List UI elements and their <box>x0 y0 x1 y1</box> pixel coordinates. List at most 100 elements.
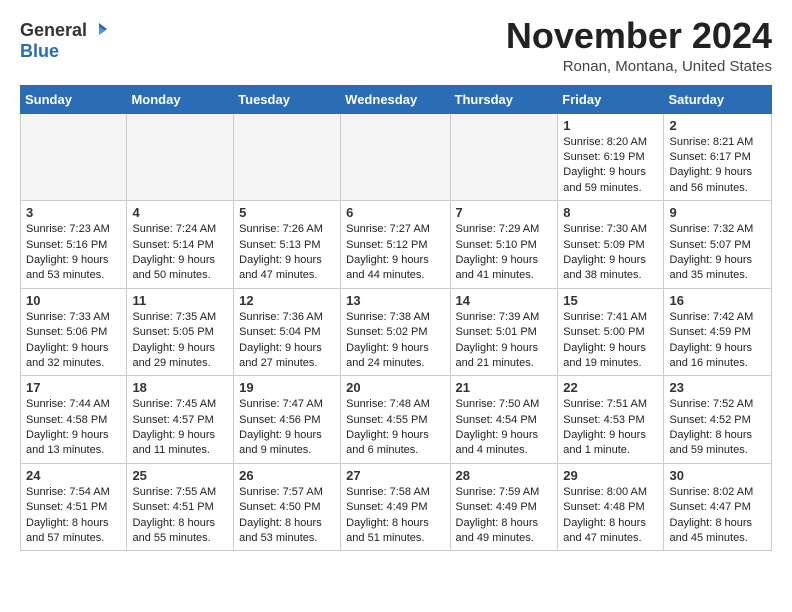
day-number: 26 <box>239 468 335 483</box>
calendar-week-2: 10 Sunrise: 7:33 AMSunset: 5:06 PMDayligh… <box>21 288 772 376</box>
calendar-cell: 23 Sunrise: 7:52 AMSunset: 4:52 PMDayligh… <box>664 376 772 464</box>
calendar-cell: 13 Sunrise: 7:38 AMSunset: 5:02 PMDayligh… <box>341 288 450 376</box>
day-number: 5 <box>239 205 335 220</box>
month-title: November 2024 <box>506 16 772 56</box>
day-info: Sunrise: 7:47 AMSunset: 4:56 PMDaylight:… <box>239 397 335 459</box>
calendar-cell: 26 Sunrise: 7:57 AMSunset: 4:50 PMDayligh… <box>234 463 341 551</box>
calendar-cell: 2 Sunrise: 8:21 AMSunset: 6:17 PMDaylight… <box>664 113 772 201</box>
col-header-tuesday: Tuesday <box>234 85 341 113</box>
calendar-cell <box>341 113 450 201</box>
day-number: 29 <box>563 468 658 483</box>
calendar-week-3: 17 Sunrise: 7:44 AMSunset: 4:58 PMDayligh… <box>21 376 772 464</box>
col-header-monday: Monday <box>127 85 234 113</box>
calendar-cell: 8 Sunrise: 7:30 AMSunset: 5:09 PMDaylight… <box>558 201 664 289</box>
calendar-cell <box>127 113 234 201</box>
day-info: Sunrise: 7:39 AMSunset: 5:01 PMDaylight:… <box>456 310 553 372</box>
col-header-friday: Friday <box>558 85 664 113</box>
day-info: Sunrise: 7:51 AMSunset: 4:53 PMDaylight:… <box>563 397 658 459</box>
day-info: Sunrise: 7:52 AMSunset: 4:52 PMDaylight:… <box>669 397 766 459</box>
calendar-cell: 9Sunrise: 7:32 AMSunset: 5:07 PMDaylight… <box>664 201 772 289</box>
calendar-cell: 4 Sunrise: 7:24 AMSunset: 5:14 PMDaylight… <box>127 201 234 289</box>
day-info: Sunrise: 7:33 AMSunset: 5:06 PMDaylight:… <box>26 310 121 372</box>
day-info: Sunrise: 7:54 AMSunset: 4:51 PMDaylight:… <box>26 485 121 547</box>
day-info: Sunrise: 8:02 AMSunset: 4:47 PMDaylight:… <box>669 485 766 547</box>
calendar-cell <box>21 113 127 201</box>
day-info: Sunrise: 7:36 AMSunset: 5:04 PMDaylight:… <box>239 310 335 372</box>
calendar-cell: 6 Sunrise: 7:27 AMSunset: 5:12 PMDaylight… <box>341 201 450 289</box>
day-number: 10 <box>26 293 121 308</box>
calendar-cell <box>234 113 341 201</box>
calendar-cell: 22Sunrise: 7:51 AMSunset: 4:53 PMDayligh… <box>558 376 664 464</box>
day-info: Sunrise: 7:59 AMSunset: 4:49 PMDaylight:… <box>456 485 553 547</box>
day-number: 21 <box>456 380 553 395</box>
day-info: Sunrise: 7:30 AMSunset: 5:09 PMDaylight:… <box>563 222 658 284</box>
calendar-cell: 16 Sunrise: 7:42 AMSunset: 4:59 PMDayligh… <box>664 288 772 376</box>
calendar-cell: 24 Sunrise: 7:54 AMSunset: 4:51 PMDayligh… <box>21 463 127 551</box>
day-number: 11 <box>132 293 228 308</box>
calendar-cell <box>450 113 558 201</box>
day-info: Sunrise: 7:26 AMSunset: 5:13 PMDaylight:… <box>239 222 335 284</box>
calendar-cell: 7 Sunrise: 7:29 AMSunset: 5:10 PMDaylight… <box>450 201 558 289</box>
day-info: Sunrise: 8:21 AMSunset: 6:17 PMDaylight:… <box>669 135 766 197</box>
day-number: 24 <box>26 468 121 483</box>
day-info: Sunrise: 7:35 AMSunset: 5:05 PMDaylight:… <box>132 310 228 372</box>
day-info: Sunrise: 7:24 AMSunset: 5:14 PMDaylight:… <box>132 222 228 284</box>
calendar-cell: 3Sunrise: 7:23 AMSunset: 5:16 PMDaylight… <box>21 201 127 289</box>
day-info: Sunrise: 7:44 AMSunset: 4:58 PMDaylight:… <box>26 397 121 459</box>
day-number: 16 <box>669 293 766 308</box>
day-number: 23 <box>669 380 766 395</box>
day-info: Sunrise: 7:29 AMSunset: 5:10 PMDaylight:… <box>456 222 553 284</box>
day-number: 18 <box>132 380 228 395</box>
day-number: 30 <box>669 468 766 483</box>
day-number: 12 <box>239 293 335 308</box>
day-number: 6 <box>346 205 444 220</box>
day-info: Sunrise: 7:55 AMSunset: 4:51 PMDaylight:… <box>132 485 228 547</box>
day-info: Sunrise: 7:38 AMSunset: 5:02 PMDaylight:… <box>346 310 444 372</box>
page: General Blue November 2024 Ronan, Montan… <box>0 0 792 567</box>
calendar-week-0: 1 Sunrise: 8:20 AMSunset: 6:19 PMDaylight… <box>21 113 772 201</box>
calendar-cell: 11 Sunrise: 7:35 AMSunset: 5:05 PMDayligh… <box>127 288 234 376</box>
day-info: Sunrise: 7:48 AMSunset: 4:55 PMDaylight:… <box>346 397 444 459</box>
calendar-cell: 1 Sunrise: 8:20 AMSunset: 6:19 PMDaylight… <box>558 113 664 201</box>
day-info: Sunrise: 7:27 AMSunset: 5:12 PMDaylight:… <box>346 222 444 284</box>
day-number: 19 <box>239 380 335 395</box>
day-number: 8 <box>563 205 658 220</box>
calendar-cell: 5 Sunrise: 7:26 AMSunset: 5:13 PMDaylight… <box>234 201 341 289</box>
day-number: 2 <box>669 118 766 133</box>
day-number: 28 <box>456 468 553 483</box>
day-info: Sunrise: 7:45 AMSunset: 4:57 PMDaylight:… <box>132 397 228 459</box>
header: General Blue November 2024 Ronan, Montan… <box>20 16 772 75</box>
day-number: 1 <box>563 118 658 133</box>
day-number: 15 <box>563 293 658 308</box>
day-number: 17 <box>26 380 121 395</box>
calendar-week-4: 24 Sunrise: 7:54 AMSunset: 4:51 PMDayligh… <box>21 463 772 551</box>
day-info: Sunrise: 7:23 AMSunset: 5:16 PMDaylight:… <box>26 222 121 284</box>
day-info: Sunrise: 7:41 AMSunset: 5:00 PMDaylight:… <box>563 310 658 372</box>
calendar-cell: 21Sunrise: 7:50 AMSunset: 4:54 PMDayligh… <box>450 376 558 464</box>
calendar-cell: 25 Sunrise: 7:55 AMSunset: 4:51 PMDayligh… <box>127 463 234 551</box>
calendar-cell: 12 Sunrise: 7:36 AMSunset: 5:04 PMDayligh… <box>234 288 341 376</box>
logo-flag-icon <box>89 21 109 41</box>
logo: General Blue <box>20 20 109 62</box>
location: Ronan, Montana, United States <box>506 58 772 75</box>
calendar-cell: 28 Sunrise: 7:59 AMSunset: 4:49 PMDayligh… <box>450 463 558 551</box>
logo-general-text: General <box>20 20 87 41</box>
calendar-cell: 17 Sunrise: 7:44 AMSunset: 4:58 PMDayligh… <box>21 376 127 464</box>
day-info: Sunrise: 7:57 AMSunset: 4:50 PMDaylight:… <box>239 485 335 547</box>
day-info: Sunrise: 8:20 AMSunset: 6:19 PMDaylight:… <box>563 135 658 197</box>
day-number: 7 <box>456 205 553 220</box>
calendar-cell: 18 Sunrise: 7:45 AMSunset: 4:57 PMDayligh… <box>127 376 234 464</box>
day-number: 20 <box>346 380 444 395</box>
calendar-cell: 14 Sunrise: 7:39 AMSunset: 5:01 PMDayligh… <box>450 288 558 376</box>
day-number: 14 <box>456 293 553 308</box>
day-number: 25 <box>132 468 228 483</box>
calendar-cell: 27Sunrise: 7:58 AMSunset: 4:49 PMDayligh… <box>341 463 450 551</box>
day-number: 13 <box>346 293 444 308</box>
calendar-cell: 29Sunrise: 8:00 AMSunset: 4:48 PMDayligh… <box>558 463 664 551</box>
day-number: 27 <box>346 468 444 483</box>
day-number: 4 <box>132 205 228 220</box>
day-info: Sunrise: 7:42 AMSunset: 4:59 PMDaylight:… <box>669 310 766 372</box>
day-number: 9 <box>669 205 766 220</box>
col-header-thursday: Thursday <box>450 85 558 113</box>
col-header-sunday: Sunday <box>21 85 127 113</box>
